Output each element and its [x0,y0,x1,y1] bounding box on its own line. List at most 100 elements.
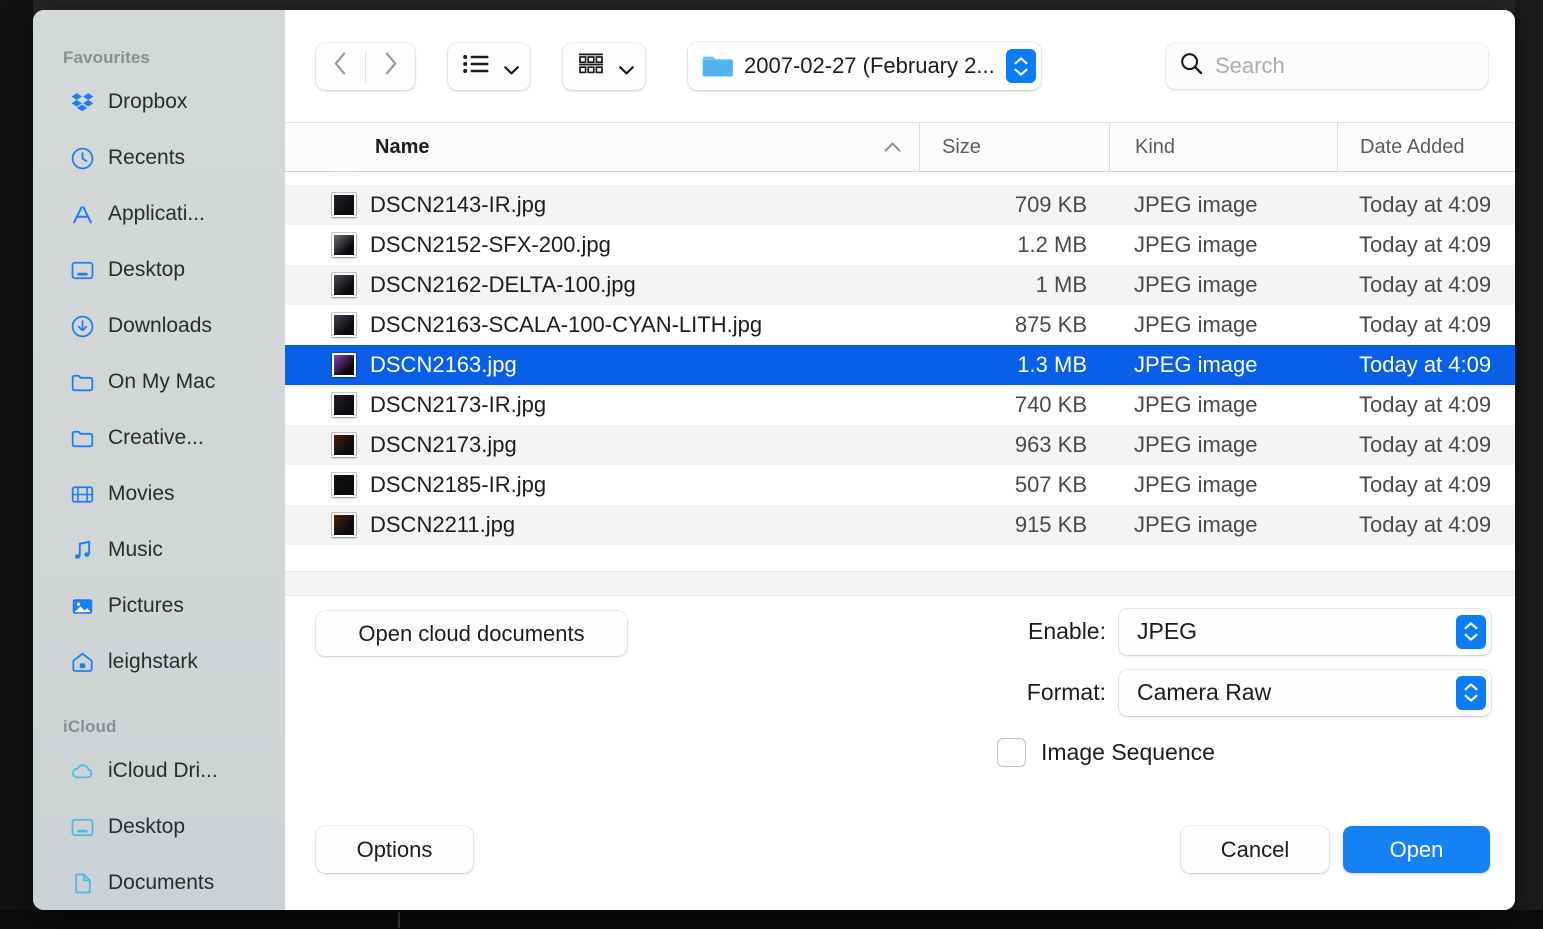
sidebar-item-label: Desktop [108,815,185,839]
file-size-cell: 1.3 MB [919,352,1109,378]
column-header-size[interactable]: Size [919,123,1109,171]
chevron-down-icon [619,62,634,71]
navigation-buttons [316,43,415,90]
file-date-cell: Today at 4:09 [1337,272,1515,298]
format-value: Camera Raw [1137,679,1456,706]
table-row[interactable]: DSCN2185-IR.jpg507 KBJPEG imageToday at … [285,465,1515,505]
sidebar: Favourites Dropbox Recents Applicati... … [33,10,285,910]
forward-button[interactable] [366,43,415,90]
table-row[interactable]: DSCN2143-IR.jpg709 KBJPEG imageToday at … [285,185,1515,225]
desktop-backdrop-bottom [0,910,1543,929]
sidebar-item-icloud-desktop[interactable]: Desktop [33,799,285,855]
sidebar-item-label: On My Mac [108,370,215,394]
file-name-cell: DSCN2185-IR.jpg [285,472,919,498]
file-size-cell: 740 KB [919,392,1109,418]
sidebar-item-label: iCloud Dri... [108,759,218,783]
search-field[interactable]: Search [1166,43,1488,89]
file-list[interactable]: DSCN2133-IR.jpg712 KBJPEG imageToday at … [285,172,1515,571]
table-row[interactable]: DSCN2163.jpg1.3 MBJPEG imageToday at 4:0… [285,345,1515,385]
format-stepper[interactable] [1456,676,1486,710]
home-icon [69,649,95,675]
file-name-label: DSCN2162-DELTA-100.jpg [370,272,636,298]
table-row[interactable]: DSCN2173-IR.jpg740 KBJPEG imageToday at … [285,385,1515,425]
photo-icon [69,593,95,619]
sort-ascending-icon [884,136,901,159]
view-mode-dropdown[interactable] [448,43,530,90]
file-size-cell: 875 KB [919,312,1109,338]
sidebar-item-applications[interactable]: Applicati... [33,186,285,242]
image-sequence-checkbox[interactable] [998,739,1025,766]
column-header-name[interactable]: Name [285,123,919,171]
file-thumbnail-icon [332,313,356,337]
group-by-dropdown[interactable] [563,43,645,90]
sidebar-item-desktop[interactable]: Desktop [33,242,285,298]
search-placeholder: Search [1215,53,1285,79]
file-thumbnail-icon [332,193,356,217]
file-name-label: DSCN2143-IR.jpg [370,192,546,218]
open-cloud-documents-button[interactable]: Open cloud documents [316,611,627,656]
format-dropdown[interactable]: Camera Raw [1119,670,1491,716]
download-icon [69,313,95,339]
file-date-cell: Today at 4:09 [1337,472,1515,498]
sidebar-item-on-my-mac[interactable]: On My Mac [33,354,285,410]
sidebar-item-icloud-documents[interactable]: Documents [33,855,285,910]
document-icon [69,870,95,896]
file-kind-cell: JPEG image [1109,512,1337,538]
image-sequence-row[interactable]: Image Sequence [991,723,1491,781]
table-row[interactable]: DSCN2133-IR.jpg712 KBJPEG imageToday at … [285,172,1515,185]
path-stepper[interactable] [1006,49,1036,83]
sidebar-item-music[interactable]: Music [33,522,285,578]
sidebar-item-recents[interactable]: Recents [33,130,285,186]
enable-value: JPEG [1137,618,1456,645]
sidebar-item-label: Recents [108,146,185,170]
column-header-date-added[interactable]: Date Added [1337,123,1515,171]
cancel-button[interactable]: Cancel [1181,826,1329,873]
folder-icon [702,54,733,79]
sidebar-item-movies[interactable]: Movies [33,466,285,522]
music-note-icon [69,537,95,563]
file-name-label: DSCN2211.jpg [370,512,515,538]
file-size-cell: 1 MB [919,272,1109,298]
sidebar-item-label: Desktop [108,258,185,282]
table-row[interactable]: DSCN2173.jpg963 KBJPEG imageToday at 4:0… [285,425,1515,465]
sidebar-item-dropbox[interactable]: Dropbox [33,74,285,130]
file-kind-cell: JPEG image [1109,312,1337,338]
sidebar-item-creative[interactable]: Creative... [33,410,285,466]
sidebar-item-icloud-drive[interactable]: iCloud Dri... [33,743,285,799]
sidebar-section-favourites: Favourites Dropbox Recents Applicati... … [33,48,285,690]
path-popup-button[interactable]: 2007-02-27 (February 2... [688,42,1041,90]
sidebar-item-label: leighstark [108,650,198,674]
file-name-cell: DSCN2152-SFX-200.jpg [285,232,919,258]
enable-dropdown[interactable]: JPEG [1119,609,1491,655]
sidebar-item-leighstark[interactable]: leighstark [33,634,285,690]
file-thumbnail-icon [332,473,356,497]
sidebar-item-downloads[interactable]: Downloads [33,298,285,354]
file-list-footer-strip [285,571,1515,595]
options-button[interactable]: Options [316,826,473,873]
desktop-icon [69,814,95,840]
desktop-backdrop-right [1515,0,1543,929]
sidebar-item-label: Documents [108,871,214,895]
file-size-cell: 709 KB [919,192,1109,218]
table-row[interactable]: DSCN2152-SFX-200.jpg1.2 MBJPEG imageToda… [285,225,1515,265]
column-header-kind[interactable]: Kind [1109,123,1337,171]
clock-icon [69,145,95,171]
open-file-dialog: Favourites Dropbox Recents Applicati... … [33,10,1515,910]
enable-stepper[interactable] [1456,615,1486,649]
back-button[interactable] [316,43,365,90]
file-name-label: DSCN2173.jpg [370,432,517,458]
file-name-label: DSCN2163-SCALA-100-CYAN-LITH.jpg [370,312,762,338]
table-row[interactable]: DSCN2163-SCALA-100-CYAN-LITH.jpg 875 KBJP… [285,305,1515,345]
table-row[interactable]: DSCN2162-DELTA-100.jpg1 MBJPEG imageToda… [285,265,1515,305]
search-icon [1180,52,1203,80]
column-header-label: Date Added [1360,136,1465,159]
file-name-label: DSCN2163.jpg [370,352,517,378]
file-name-label: DSCN2185-IR.jpg [370,472,546,498]
sidebar-item-label: Applicati... [108,202,205,226]
column-header-label: Size [942,136,981,159]
table-row[interactable]: DSCN2211.jpg915 KBJPEG imageToday at 4:0… [285,505,1515,545]
open-button[interactable]: Open [1343,826,1490,873]
file-thumbnail-icon [332,273,356,297]
file-thumbnail-icon [332,353,356,377]
sidebar-item-pictures[interactable]: Pictures [33,578,285,634]
